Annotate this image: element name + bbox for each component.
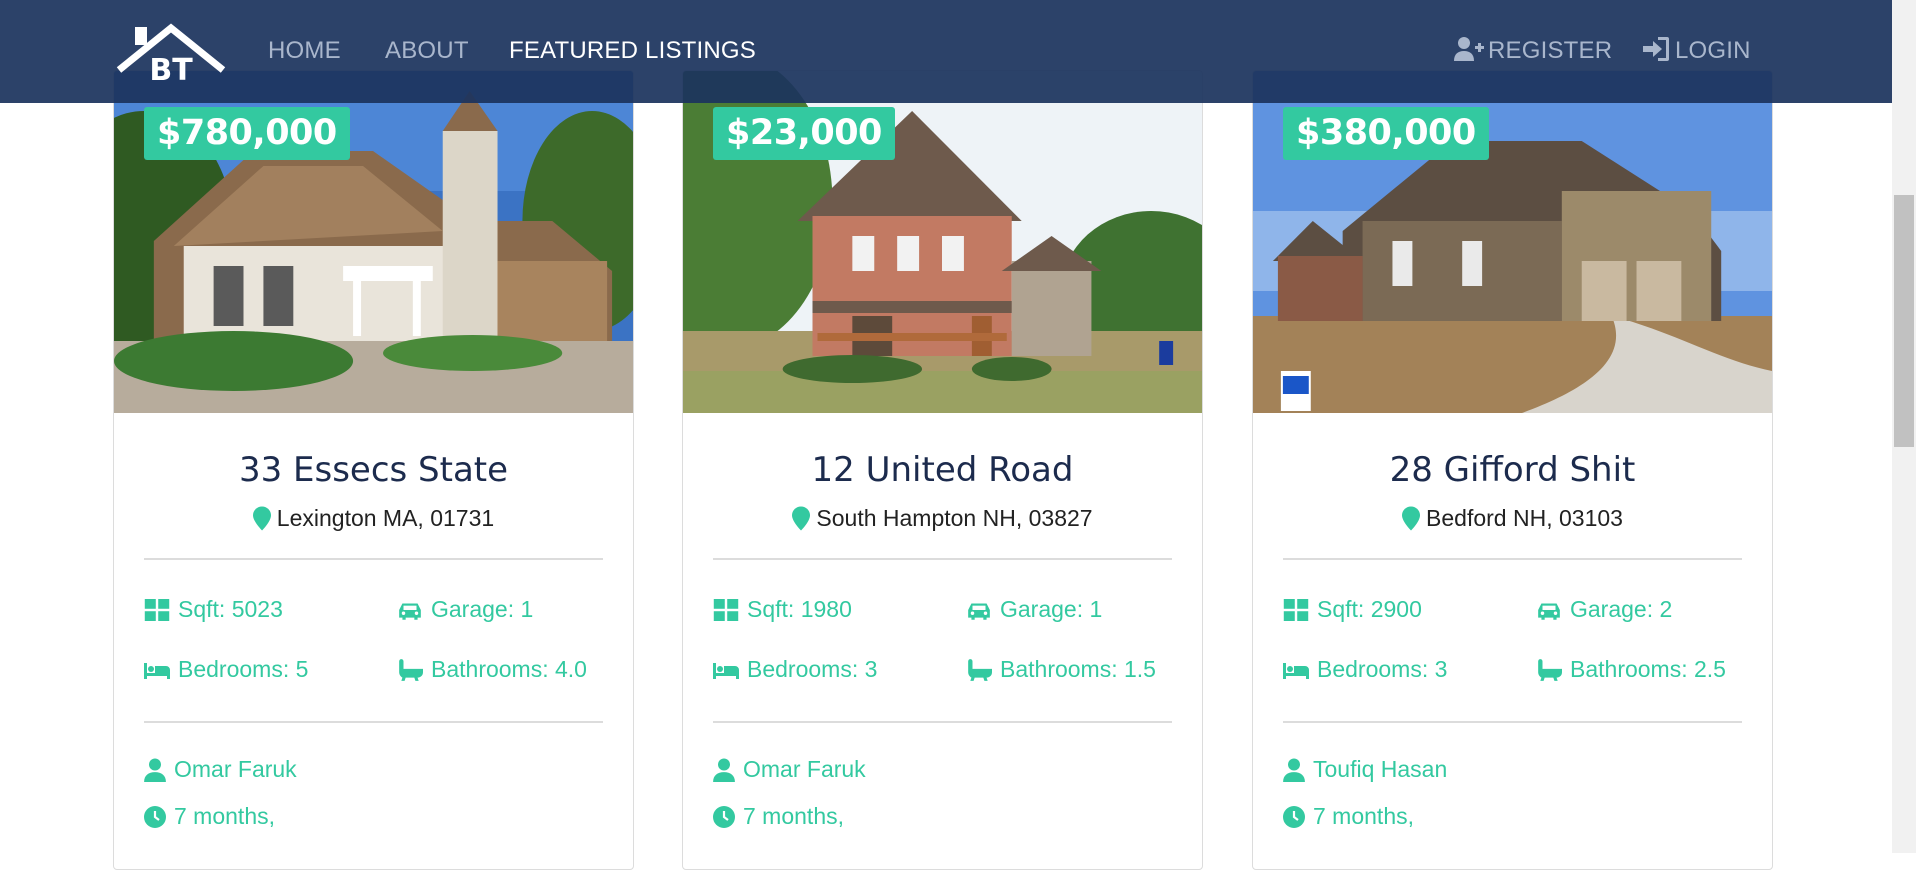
- sqft-text: Sqft: 5023: [178, 596, 283, 622]
- nav-register[interactable]: REGISTER: [1454, 36, 1612, 66]
- agent-info[interactable]: Omar Faruk: [144, 752, 603, 787]
- sqft-info: Sqft: 1980: [713, 592, 966, 627]
- listing-card: $780,000 33 Essecs State Lexington MA, 0…: [113, 70, 634, 870]
- th-large-icon: [144, 598, 170, 621]
- listing-location: Lexington MA, 01731: [144, 503, 603, 533]
- sqft-info: Sqft: 5023: [144, 592, 397, 627]
- nav-login[interactable]: LOGIN: [1641, 36, 1751, 66]
- sqft-text: Sqft: 2900: [1317, 596, 1422, 622]
- time-text: 7 months,: [1313, 803, 1414, 829]
- time-info: 7 months,: [144, 799, 603, 834]
- bathrooms-info: Bathrooms: 4.0: [397, 652, 603, 687]
- garage-info: Garage: 2: [1536, 592, 1742, 627]
- th-large-icon: [1283, 598, 1309, 621]
- listing-title[interactable]: 12 United Road: [713, 449, 1172, 491]
- nav-featured-listings[interactable]: FEATURED LISTINGS: [509, 36, 756, 66]
- garage-info: Garage: 1: [397, 592, 603, 627]
- price-badge: $23,000: [713, 107, 895, 160]
- user-icon: [1283, 758, 1305, 782]
- clock-icon: [1283, 805, 1305, 828]
- user-icon: [144, 758, 166, 782]
- nav-home[interactable]: HOME: [268, 36, 341, 66]
- garage-text: Garage: 1: [431, 596, 534, 622]
- map-marker-icon: [1402, 506, 1421, 530]
- divider: [713, 721, 1172, 723]
- agent-name: Omar Faruk: [174, 756, 297, 782]
- bathrooms-text: Bathrooms: 2.5: [1570, 656, 1726, 682]
- time-text: 7 months,: [174, 803, 275, 829]
- location-text: Lexington MA, 01731: [276, 505, 495, 531]
- bath-icon: [1538, 658, 1562, 681]
- price-badge: $380,000: [1283, 107, 1489, 160]
- listing-title[interactable]: 33 Essecs State: [144, 449, 603, 491]
- listing-card: $23,000 12 United Road South Hampton NH,…: [682, 70, 1203, 870]
- agent-info[interactable]: Toufiq Hasan: [1283, 752, 1742, 787]
- garage-info: Garage: 1: [966, 592, 1172, 627]
- listing-photo[interactable]: $23,000: [683, 71, 1202, 413]
- divider: [144, 721, 603, 723]
- agent-name: Toufiq Hasan: [1313, 756, 1448, 782]
- bedrooms-text: Bedrooms: 3: [1317, 656, 1448, 682]
- listing-photo[interactable]: $780,000: [114, 71, 633, 413]
- top-navbar: BT HOME ABOUT FEATURED LISTINGS REGISTER…: [0, 0, 1892, 103]
- time-text: 7 months,: [743, 803, 844, 829]
- garage-text: Garage: 2: [1570, 596, 1673, 622]
- car-icon: [968, 603, 990, 620]
- divider: [713, 558, 1172, 560]
- scrollbar-thumb[interactable]: [1894, 195, 1914, 447]
- listing-location: South Hampton NH, 03827: [713, 503, 1172, 533]
- map-marker-icon: [792, 506, 811, 530]
- bed-icon: [1283, 662, 1309, 679]
- listing-location: Bedford NH, 03103: [1283, 503, 1742, 533]
- clock-icon: [713, 805, 735, 828]
- bt-logo[interactable]: BT: [115, 20, 227, 86]
- user-plus-icon: [1454, 37, 1484, 61]
- bedrooms-text: Bedrooms: 3: [747, 656, 878, 682]
- bathrooms-info: Bathrooms: 2.5: [1536, 652, 1742, 687]
- listing-title[interactable]: 28 Gifford Shit: [1283, 449, 1742, 491]
- time-info: 7 months,: [1283, 799, 1742, 834]
- sqft-text: Sqft: 1980: [747, 596, 852, 622]
- bedrooms-text: Bedrooms: 5: [178, 656, 309, 682]
- bedrooms-info: Bedrooms: 3: [713, 652, 966, 687]
- bed-icon: [144, 662, 170, 679]
- location-text: South Hampton NH, 03827: [816, 505, 1093, 531]
- bed-icon: [713, 662, 739, 679]
- agent-info[interactable]: Omar Faruk: [713, 752, 1172, 787]
- agent-name: Omar Faruk: [743, 756, 866, 782]
- bath-icon: [399, 658, 423, 681]
- sign-in-icon: [1643, 37, 1669, 61]
- bedrooms-info: Bedrooms: 5: [144, 652, 397, 687]
- sqft-info: Sqft: 2900: [1283, 592, 1536, 627]
- user-icon: [713, 758, 735, 782]
- divider: [1283, 721, 1742, 723]
- bath-icon: [968, 658, 992, 681]
- car-icon: [1538, 603, 1560, 620]
- nav-about[interactable]: ABOUT: [385, 36, 469, 66]
- location-text: Bedford NH, 03103: [1426, 505, 1623, 531]
- price-badge: $780,000: [144, 107, 350, 160]
- bathrooms-text: Bathrooms: 1.5: [1000, 656, 1156, 682]
- logo-text: BT: [149, 53, 193, 86]
- time-info: 7 months,: [713, 799, 1172, 834]
- car-icon: [399, 603, 421, 620]
- register-label: REGISTER: [1488, 37, 1613, 64]
- login-label: LOGIN: [1675, 37, 1751, 64]
- map-marker-icon: [252, 506, 271, 530]
- listing-card: $380,000 28 Gifford Shit Bedford NH, 031…: [1252, 70, 1773, 870]
- th-large-icon: [713, 598, 739, 621]
- bathrooms-text: Bathrooms: 4.0: [431, 656, 587, 682]
- divider: [144, 558, 603, 560]
- garage-text: Garage: 1: [1000, 596, 1103, 622]
- bathrooms-info: Bathrooms: 1.5: [966, 652, 1172, 687]
- clock-icon: [144, 805, 166, 828]
- bedrooms-info: Bedrooms: 3: [1283, 652, 1536, 687]
- divider: [1283, 558, 1742, 560]
- listing-photo[interactable]: $380,000: [1253, 71, 1772, 413]
